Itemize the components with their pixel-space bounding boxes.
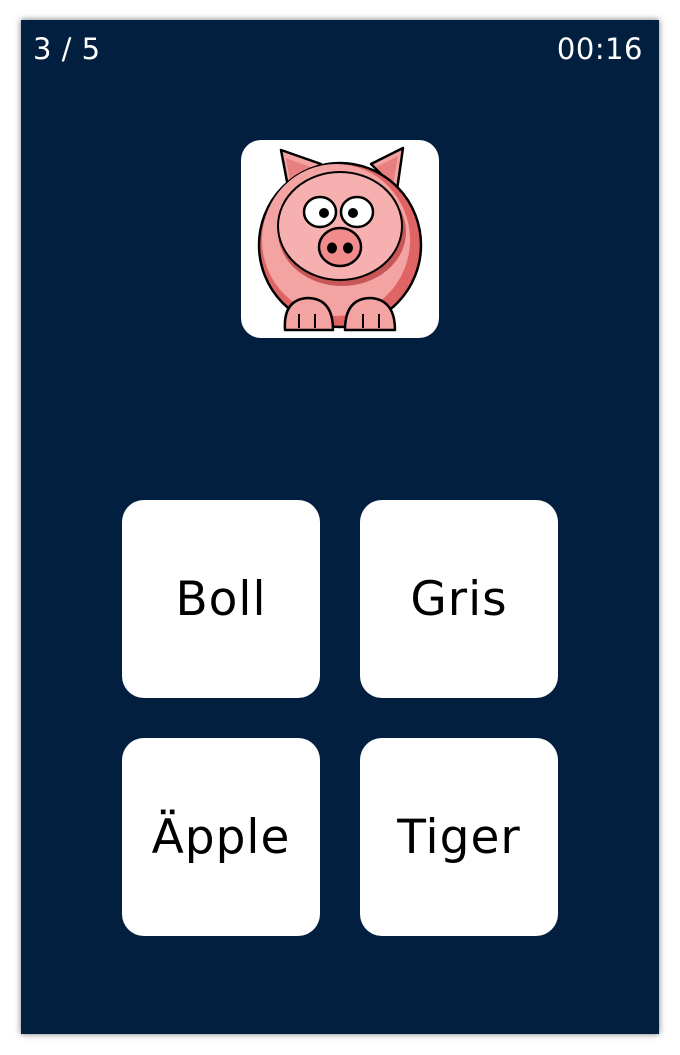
question-image bbox=[241, 140, 439, 338]
game-screen: 3 / 5 00:16 Boll Gris Äpple Tiger bbox=[21, 20, 659, 1034]
pig-icon bbox=[257, 146, 423, 332]
answer-button-2[interactable]: Gris bbox=[360, 500, 558, 698]
answer-button-4[interactable]: Tiger bbox=[360, 738, 558, 936]
question-counter: 3 / 5 bbox=[33, 32, 101, 66]
answer-button-3[interactable]: Äpple bbox=[122, 738, 320, 936]
timer: 00:16 bbox=[556, 32, 643, 66]
answer-button-1[interactable]: Boll bbox=[122, 500, 320, 698]
